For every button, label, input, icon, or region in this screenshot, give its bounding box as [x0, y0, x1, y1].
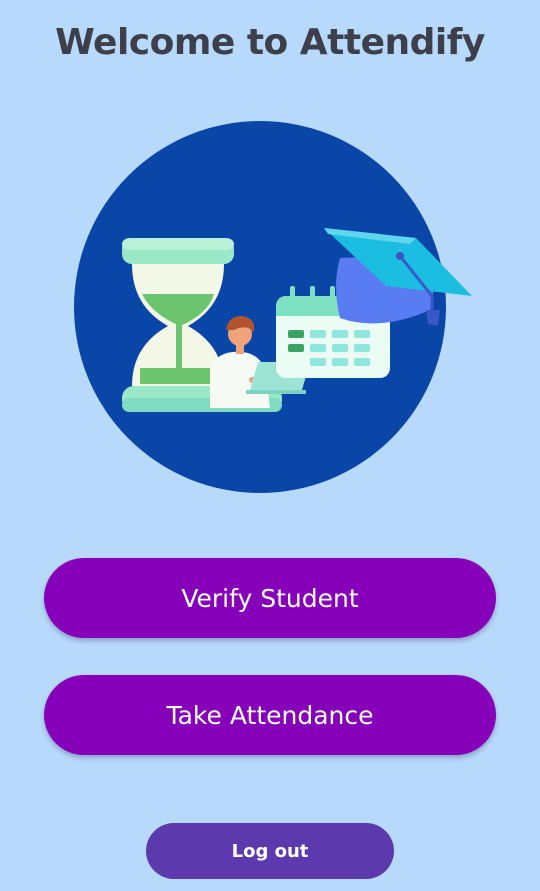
- attendance-illustration: [74, 121, 472, 493]
- page-title: Welcome to Attendify: [55, 22, 485, 63]
- graduation-cap-icon: [324, 228, 472, 326]
- take-attendance-button[interactable]: Take Attendance: [44, 675, 496, 755]
- verify-student-button[interactable]: Verify Student: [44, 558, 496, 638]
- logout-button[interactable]: Log out: [146, 823, 394, 879]
